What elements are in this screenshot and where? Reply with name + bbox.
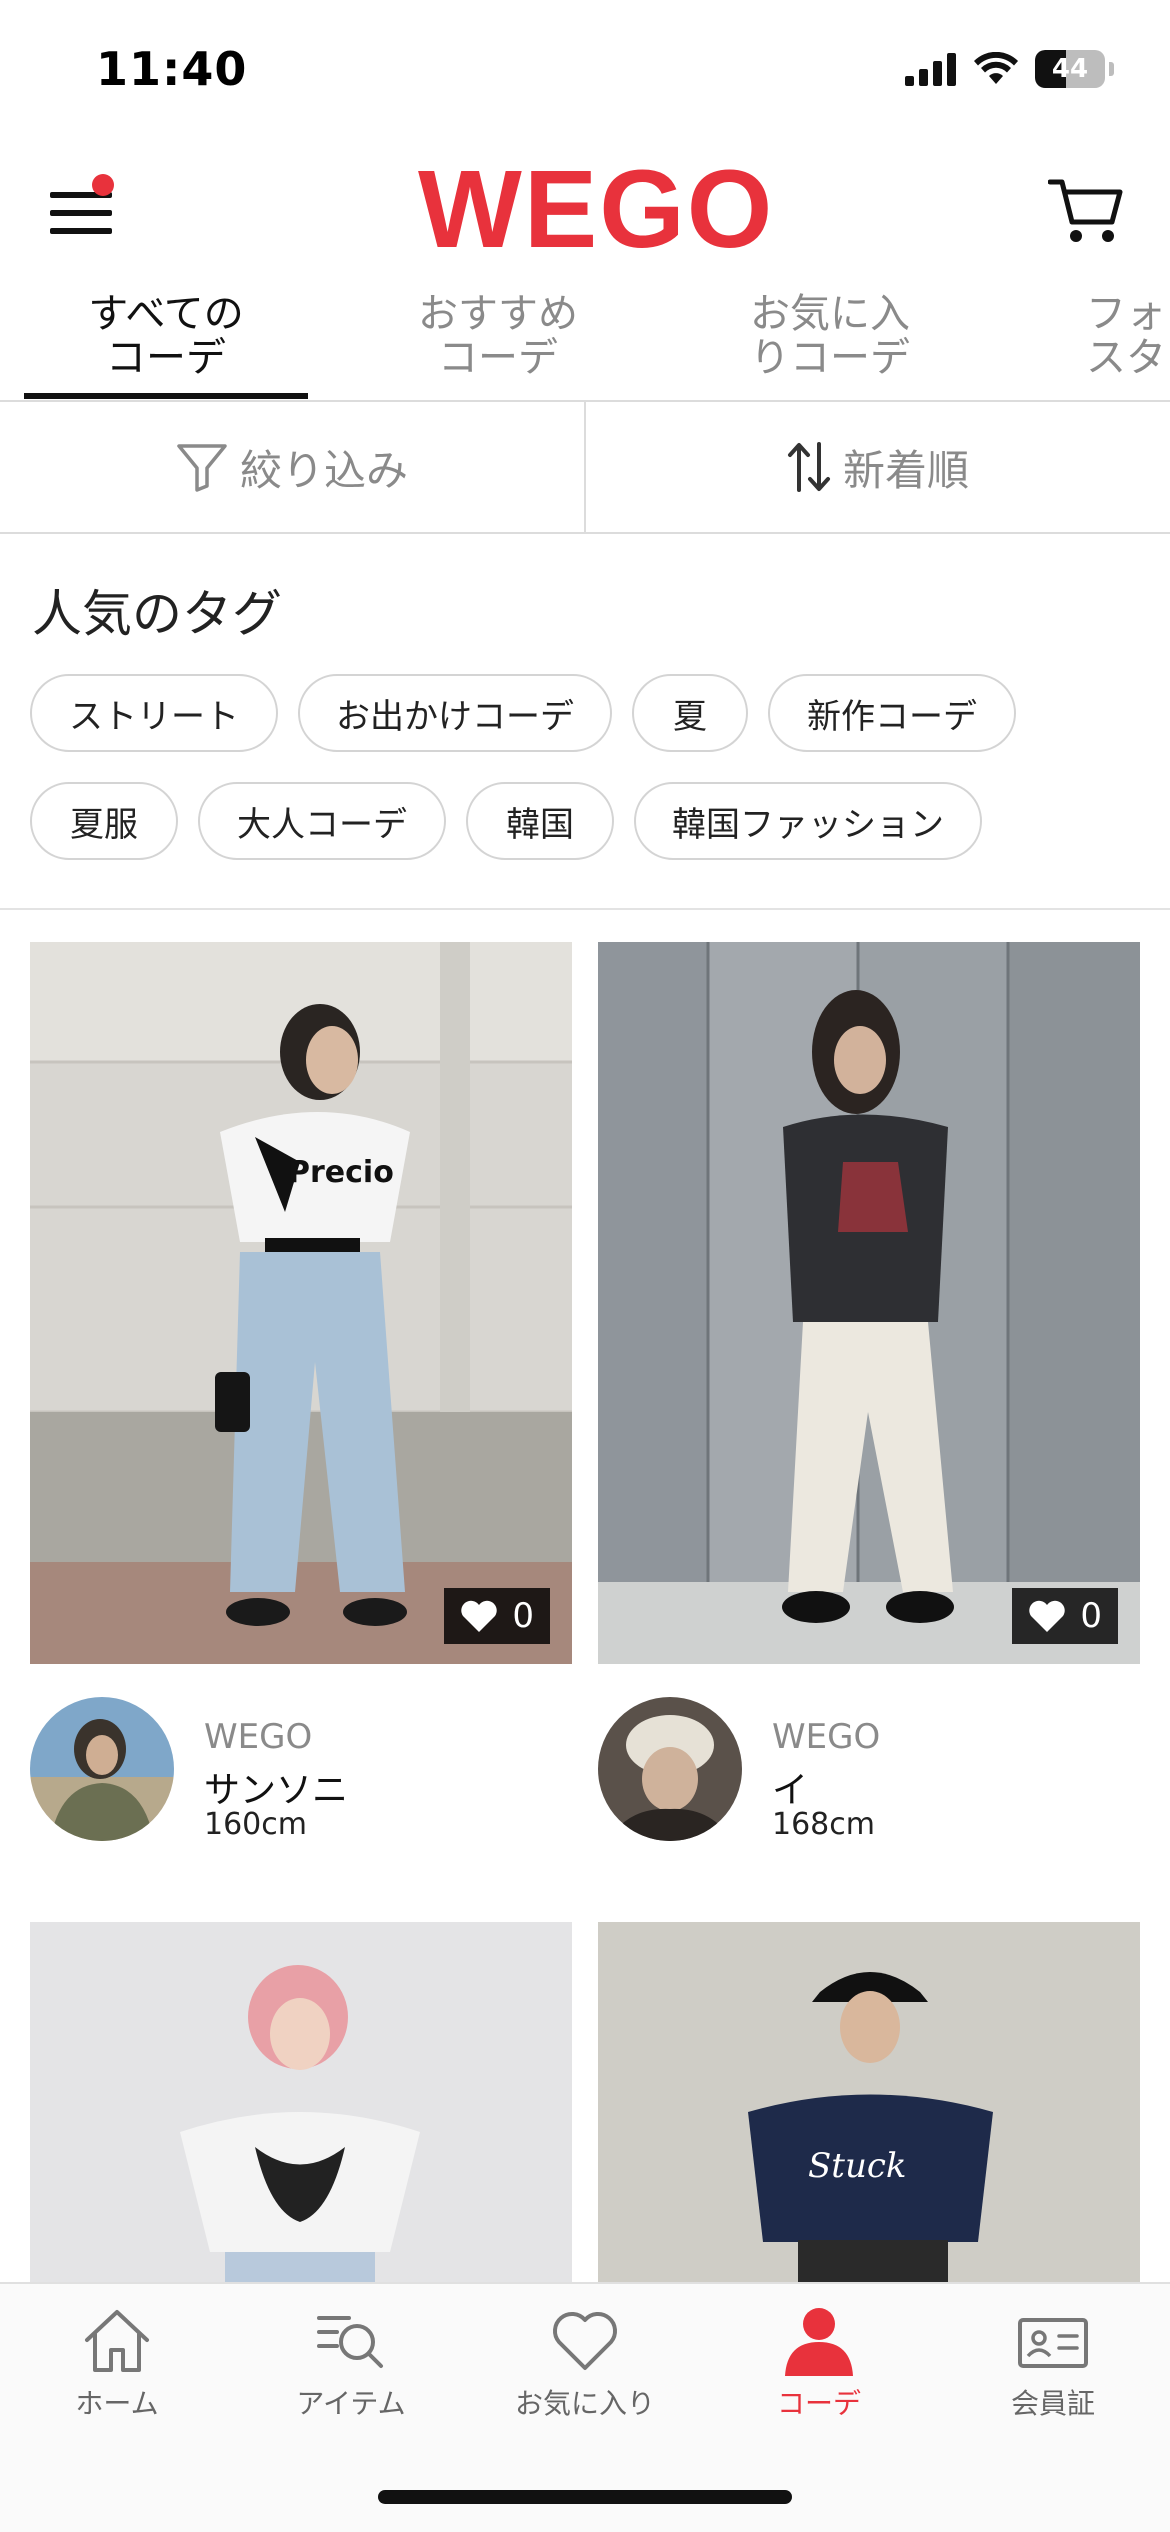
like-button[interactable]: 0 [1012, 1588, 1118, 1644]
filter-funnel-icon [177, 444, 227, 492]
heart-icon [1029, 1600, 1066, 1632]
cart-icon [1047, 179, 1123, 242]
nav-member-card[interactable]: 会員証 [936, 2306, 1170, 2426]
coordinate-photo[interactable] [30, 1922, 572, 2282]
active-tab-indicator [24, 393, 308, 399]
tab-label-line1: すべての [88, 291, 244, 337]
home-indicator[interactable] [378, 2490, 792, 2504]
tag-row-2: 夏服 大人コーデ 韓国 韓国ファッション [30, 782, 982, 860]
tab-all-coordinates[interactable]: すべての コーデ [16, 292, 316, 400]
notification-dot-icon [92, 174, 114, 196]
nav-coordinate-label: コーデ [776, 2387, 861, 2420]
tag-chip[interactable]: 夏服 [30, 782, 178, 860]
wego-logo[interactable]: WEGO [408, 150, 772, 270]
tab-label-line1: フォ [1086, 291, 1166, 337]
outfit-photo-image [598, 942, 1140, 1664]
nav-favorites[interactable]: お気に入り [468, 2306, 702, 2426]
nav-member-card-label: 会員証 [1010, 2387, 1095, 2420]
like-count: 0 [512, 1596, 534, 1636]
author-height: 160cm [204, 1807, 307, 1842]
status-bar: 11:40 44 [0, 0, 1170, 140]
tab-favorite-coordinates[interactable]: お気に入 りコーデ [680, 292, 980, 400]
tag-chip[interactable]: 夏 [632, 674, 748, 752]
author-info[interactable]: WEGO イ 168cm [598, 1697, 1140, 1847]
nav-items-label: アイテム [296, 2387, 406, 2420]
sort-arrows-icon [787, 442, 830, 492]
filter-label: 絞り込み [239, 445, 408, 495]
tab-label-line2: コーデ [438, 335, 558, 381]
svg-text:Precio: Precio [288, 1155, 394, 1190]
filter-sort-bar: 絞り込み 新着順 [0, 402, 1170, 534]
home-icon [85, 2310, 149, 2372]
outfit-photo-image: Precio [30, 942, 572, 1664]
sort-button[interactable]: 新着順 [586, 402, 1170, 532]
heart-icon [461, 1600, 498, 1632]
tab-label-line2: りコーデ [750, 335, 910, 381]
avatar [30, 1697, 174, 1841]
menu-button[interactable] [50, 174, 114, 242]
logo-text: WEGO [418, 148, 775, 271]
tab-label-line2: スタ [1086, 335, 1166, 381]
battery-icon: 44 [1035, 50, 1105, 88]
nav-home[interactable]: ホーム [0, 2306, 234, 2426]
nav-favorites-label: お気に入り [514, 2387, 655, 2420]
nav-home-label: ホーム [75, 2387, 159, 2420]
tag-chip[interactable]: お出かけコーデ [298, 674, 612, 752]
tab-label-line1: おすすめ [418, 291, 578, 337]
outfit-photo-image: Stuck [598, 1922, 1140, 2282]
coordinate-tabs: すべての コーデ おすすめ コーデ お気に入 りコーデ フォ スタ [0, 290, 1170, 402]
wifi-icon [974, 52, 1018, 84]
nav-items[interactable]: アイテム [234, 2306, 468, 2426]
app-header: WEGO [0, 140, 1170, 290]
avatar [598, 1697, 742, 1841]
sort-label: 新着順 [842, 445, 969, 495]
tag-chip[interactable]: ストリート [30, 674, 278, 752]
coordinate-photo[interactable]: Stuck [598, 1922, 1140, 2282]
outfit-photo-image [30, 1922, 572, 2282]
tag-chip[interactable]: 韓国ファッション [634, 782, 982, 860]
battery-level: 44 [1051, 54, 1089, 84]
tab-recommended-coordinates[interactable]: おすすめ コーデ [348, 292, 648, 400]
coordinate-photo[interactable]: Precio 0 [30, 942, 572, 1664]
like-button[interactable]: 0 [444, 1588, 550, 1644]
heart-outline-icon [553, 2312, 617, 2370]
like-count: 0 [1080, 1596, 1102, 1636]
filter-button[interactable]: 絞り込み [0, 402, 584, 532]
tab-follow-staff[interactable]: フォ スタ [1040, 292, 1170, 400]
tag-chip[interactable]: 新作コーデ [768, 674, 1016, 752]
author-info[interactable]: WEGO サンソニ 160cm [30, 1697, 572, 1847]
author-name: イ [772, 1770, 809, 1811]
tab-label-line1: お気に入 [750, 291, 910, 337]
author-brand: WEGO [772, 1717, 881, 1757]
svg-text:Stuck: Stuck [808, 2146, 907, 2186]
status-icons: 44 [905, 50, 1114, 88]
item-search-icon [317, 2316, 383, 2368]
author-name: サンソニ [204, 1770, 349, 1811]
popular-tags-section: 人気のタグ ストリート お出かけコーデ 夏 新作コーデ 夏服 大人コーデ 韓国 … [0, 534, 1170, 910]
person-icon [785, 2308, 853, 2376]
nav-coordinate[interactable]: コーデ [702, 2306, 936, 2426]
author-height: 168cm [772, 1807, 875, 1842]
signal-icon [905, 53, 956, 86]
status-time: 11:40 [96, 42, 248, 96]
tag-row-1: ストリート お出かけコーデ 夏 新作コーデ [30, 674, 1016, 752]
tag-chip[interactable]: 韓国 [466, 782, 614, 860]
tab-label-line2: コーデ [106, 335, 226, 381]
member-card-icon [1018, 2318, 1088, 2368]
coordinate-photo[interactable]: 0 [598, 942, 1140, 1664]
popular-tags-title: 人気のタグ [32, 585, 282, 643]
cart-button[interactable] [1047, 176, 1124, 246]
author-brand: WEGO [204, 1717, 313, 1757]
tag-chip[interactable]: 大人コーデ [198, 782, 446, 860]
